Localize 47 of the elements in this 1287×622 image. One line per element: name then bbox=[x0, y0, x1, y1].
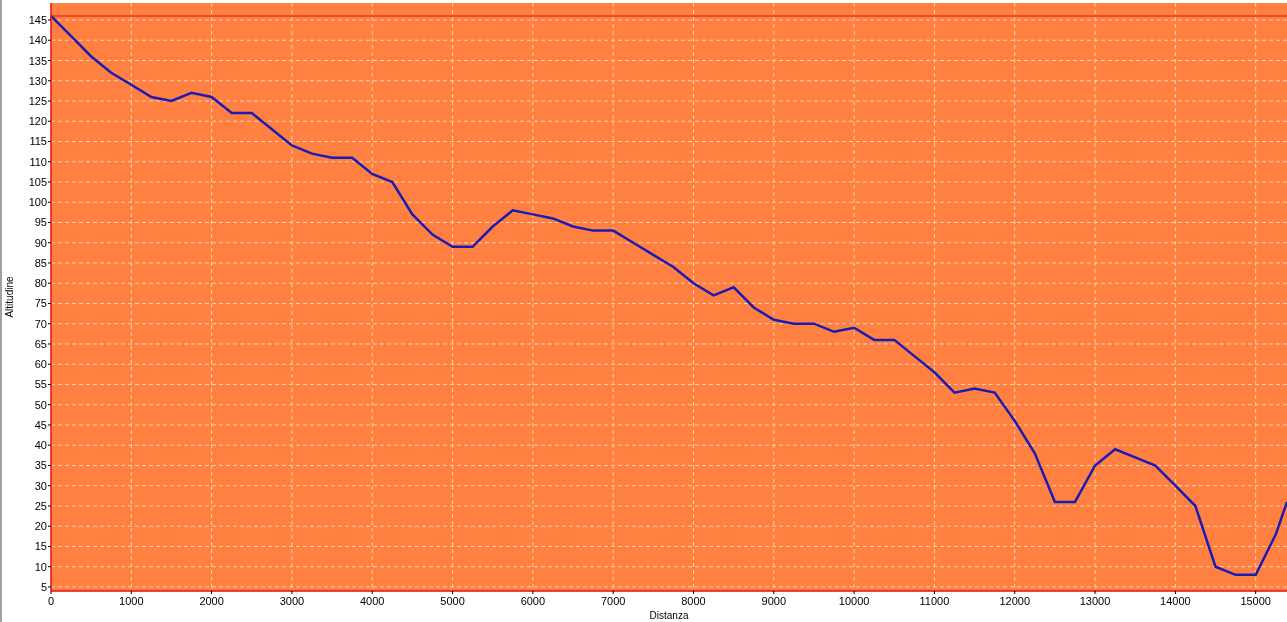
y-tick-label: 60 bbox=[34, 358, 47, 371]
x-tick-label: 7000 bbox=[600, 595, 626, 607]
y-tick-label: 110 bbox=[29, 155, 47, 168]
x-tick-label: 11000 bbox=[919, 595, 950, 607]
x-tick-label: 8000 bbox=[681, 595, 706, 607]
x-tick-label: 2000 bbox=[199, 595, 224, 607]
y-tick-label: 15 bbox=[34, 540, 47, 553]
x-tick-label: 3000 bbox=[279, 595, 305, 607]
y-tick-label: 25 bbox=[34, 499, 47, 512]
y-tick-label: 70 bbox=[34, 317, 47, 330]
x-tick-label: 15000 bbox=[1240, 595, 1271, 607]
y-tick-label: 5 bbox=[40, 580, 47, 593]
y-tick-label: 50 bbox=[34, 398, 47, 411]
x-tick-label: 14000 bbox=[1160, 595, 1191, 607]
y-tick-label: 90 bbox=[34, 236, 47, 249]
y-tick-label: 140 bbox=[28, 34, 47, 47]
y-tick-label: 120 bbox=[28, 115, 47, 128]
y-tick-label: 95 bbox=[34, 216, 47, 229]
y-tick-label: 55 bbox=[34, 378, 47, 391]
x-tick-label: 12000 bbox=[999, 595, 1031, 607]
y-tick-label: 20 bbox=[34, 520, 47, 533]
y-tick-label: 35 bbox=[34, 459, 47, 472]
y-tick-label: 75 bbox=[34, 297, 47, 310]
y-tick-label: 85 bbox=[34, 257, 47, 269]
y-tick-label: 30 bbox=[34, 479, 47, 492]
y-tick-label: 115 bbox=[29, 135, 47, 148]
x-tick-label: 9000 bbox=[761, 595, 787, 607]
x-tick-label: 0 bbox=[47, 595, 55, 607]
y-axis-title: Altitudine bbox=[4, 276, 15, 318]
y-tick-label: 130 bbox=[28, 74, 47, 87]
x-tick-label: 6000 bbox=[520, 595, 546, 607]
x-tick-label: 13000 bbox=[1079, 595, 1111, 607]
y-tick-label: 105 bbox=[28, 176, 47, 188]
y-tick-label: 10 bbox=[34, 560, 47, 573]
x-tick-label: 10000 bbox=[838, 595, 870, 607]
y-tick-label: 125 bbox=[28, 95, 47, 107]
x-axis-title: Distanza bbox=[649, 610, 689, 621]
y-tick-label: 145 bbox=[28, 14, 47, 26]
y-tick-label: 40 bbox=[34, 439, 47, 452]
y-tick-label: 80 bbox=[34, 277, 47, 290]
x-tick-label: 1000 bbox=[119, 595, 144, 607]
x-tick-label: 4000 bbox=[360, 595, 385, 607]
y-tick-label: 100 bbox=[28, 196, 47, 209]
y-tick-label: 45 bbox=[34, 418, 47, 431]
y-tick-label: 65 bbox=[34, 338, 47, 350]
y-tick-label: 135 bbox=[28, 54, 47, 67]
x-tick-label: 5000 bbox=[440, 595, 465, 607]
